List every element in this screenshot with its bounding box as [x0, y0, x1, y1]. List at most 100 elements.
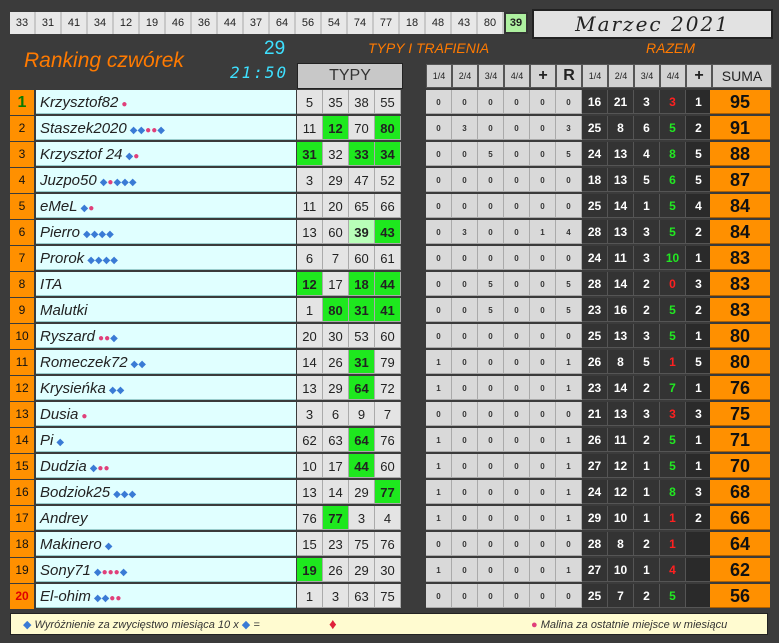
total-cell: 25	[582, 324, 608, 348]
hit-cell: 0	[504, 142, 530, 166]
diamond-icon: ◆	[121, 177, 129, 188]
rank-cell: 6	[10, 220, 34, 245]
hit-cell: 0	[504, 220, 530, 244]
pick-cell: 3	[323, 584, 349, 608]
player-name-text: Krysieńka	[40, 380, 106, 397]
total-cell: 8	[608, 532, 634, 556]
total-cell: 24	[582, 246, 608, 270]
hit-cell: 0	[452, 402, 478, 426]
player-name: eMeL ◆●	[36, 194, 296, 218]
sum-cell: 64	[710, 532, 770, 556]
hit-cell: 0	[478, 480, 504, 504]
tr-col-header: R	[556, 64, 582, 88]
hit-cell: 0	[478, 428, 504, 452]
total-cell: 8	[660, 142, 686, 166]
hit-cell: 0	[504, 584, 530, 608]
player-name-text: Ryszard	[40, 328, 96, 345]
hit-cell: 0	[530, 272, 556, 296]
pick-cell: 20	[323, 194, 349, 218]
total-cell	[686, 558, 712, 582]
hit-cell: 0	[478, 90, 504, 114]
pick-cell: 11	[297, 116, 323, 140]
player-name: Makinero ◆	[36, 532, 296, 556]
hit-cell: 5	[556, 142, 582, 166]
player-name-text: Staszek2020	[40, 120, 127, 137]
pick-cell: 5	[297, 90, 323, 114]
total-cell: 1	[660, 506, 686, 530]
hit-cell: 0	[530, 402, 556, 426]
hit-cell: 0	[530, 194, 556, 218]
sum-cell: 62	[710, 558, 770, 582]
pick-cell: 76	[297, 506, 323, 530]
total-cell: 26	[582, 428, 608, 452]
tr-col-header: 1/4	[426, 64, 452, 88]
hit-cell: 0	[530, 168, 556, 192]
rank-cell: 14	[10, 428, 34, 453]
table-row: 3 Krzysztof 24 ◆● 31 32 33 34 0 0 5 0 0 5 24 13 4 8 5 88	[10, 142, 770, 167]
player-name: Prorok ◆◆◆◆	[36, 246, 296, 270]
hit-cell: 0	[504, 298, 530, 322]
table-row: 17 Andrey 76 77 3 4 1 0 0 0 0 1 29 10 1 1 2 66	[10, 506, 770, 531]
hit-cell: 0	[556, 532, 582, 556]
hit-cell: 1	[556, 350, 582, 374]
total-cell: 3	[660, 90, 686, 114]
trafienia-column-headers: 1/4 2/4 3/4 4/4 + R	[426, 64, 582, 88]
table-row: 19 Sony71 ◆●●●◆ 19 26 29 30 1 0 0 0 0 1 27 10 1 4 62	[10, 558, 770, 583]
pick-cell: 38	[349, 90, 375, 114]
hit-cell: 0	[478, 532, 504, 556]
table-row: 4 Juzpo50 ◆●◆◆◆ 3 29 47 52 0 0 0 0 0 0 18 13 5 6 5 87	[10, 168, 770, 193]
rz-col-header: +	[686, 64, 712, 88]
pick-cell: 7	[323, 246, 349, 270]
hit-cell: 0	[504, 90, 530, 114]
pick-cell: 3	[297, 168, 323, 192]
hit-cell: 0	[478, 376, 504, 400]
hit-cell: 0	[504, 116, 530, 140]
total-cell: 1	[686, 246, 712, 270]
total-cell: 3	[634, 402, 660, 426]
pick-cell: 61	[375, 246, 401, 270]
rank-cell: 5	[10, 194, 34, 219]
hit-cell: 0	[426, 220, 452, 244]
total-cell: 1	[686, 324, 712, 348]
pick-cell: 53	[349, 324, 375, 348]
hit-cell: 0	[530, 454, 556, 478]
hit-cell: 0	[452, 272, 478, 296]
total-cell: 8	[608, 116, 634, 140]
total-cell: 3	[634, 246, 660, 270]
hit-cell: 0	[530, 532, 556, 556]
legend-footer: ◆ Wyróżnienie za zwycięstwo miesiąca 10 …	[10, 613, 768, 635]
total-cell: 26	[582, 350, 608, 374]
hit-cell: 1	[426, 558, 452, 582]
player-name: Dusia ●	[36, 402, 296, 426]
total-cell: 14	[608, 194, 634, 218]
hit-cell: 0	[504, 376, 530, 400]
total-cell: 23	[582, 298, 608, 322]
total-cell: 27	[582, 558, 608, 582]
pick-cell: 10	[297, 454, 323, 478]
hit-cell: 0	[452, 350, 478, 374]
hit-cell: 0	[556, 168, 582, 192]
pick-cell: 35	[323, 90, 349, 114]
drawn-number: 74	[348, 12, 374, 34]
total-cell: 1	[634, 506, 660, 530]
player-name-text: El-ohim	[40, 588, 91, 605]
pick-cell: 4	[375, 506, 401, 530]
header-razem: RAZEM	[646, 40, 695, 56]
hit-cell: 0	[452, 246, 478, 270]
hit-cell: 0	[426, 116, 452, 140]
hit-cell: 5	[478, 272, 504, 296]
hit-cell: 0	[556, 90, 582, 114]
pick-cell: 60	[375, 454, 401, 478]
drawn-number: 77	[374, 12, 400, 34]
pick-cell: 29	[349, 558, 375, 582]
hit-cell: 0	[530, 428, 556, 452]
total-cell: 12	[608, 454, 634, 478]
total-cell: 5	[634, 350, 660, 374]
total-cell: 7	[660, 376, 686, 400]
player-name: Bodziok25 ◆◆◆	[36, 480, 296, 504]
player-name-text: Makinero	[40, 536, 102, 553]
pick-cell: 18	[349, 272, 375, 296]
total-cell: 2	[686, 220, 712, 244]
hit-cell: 0	[426, 194, 452, 218]
sum-cell: 80	[710, 324, 770, 348]
